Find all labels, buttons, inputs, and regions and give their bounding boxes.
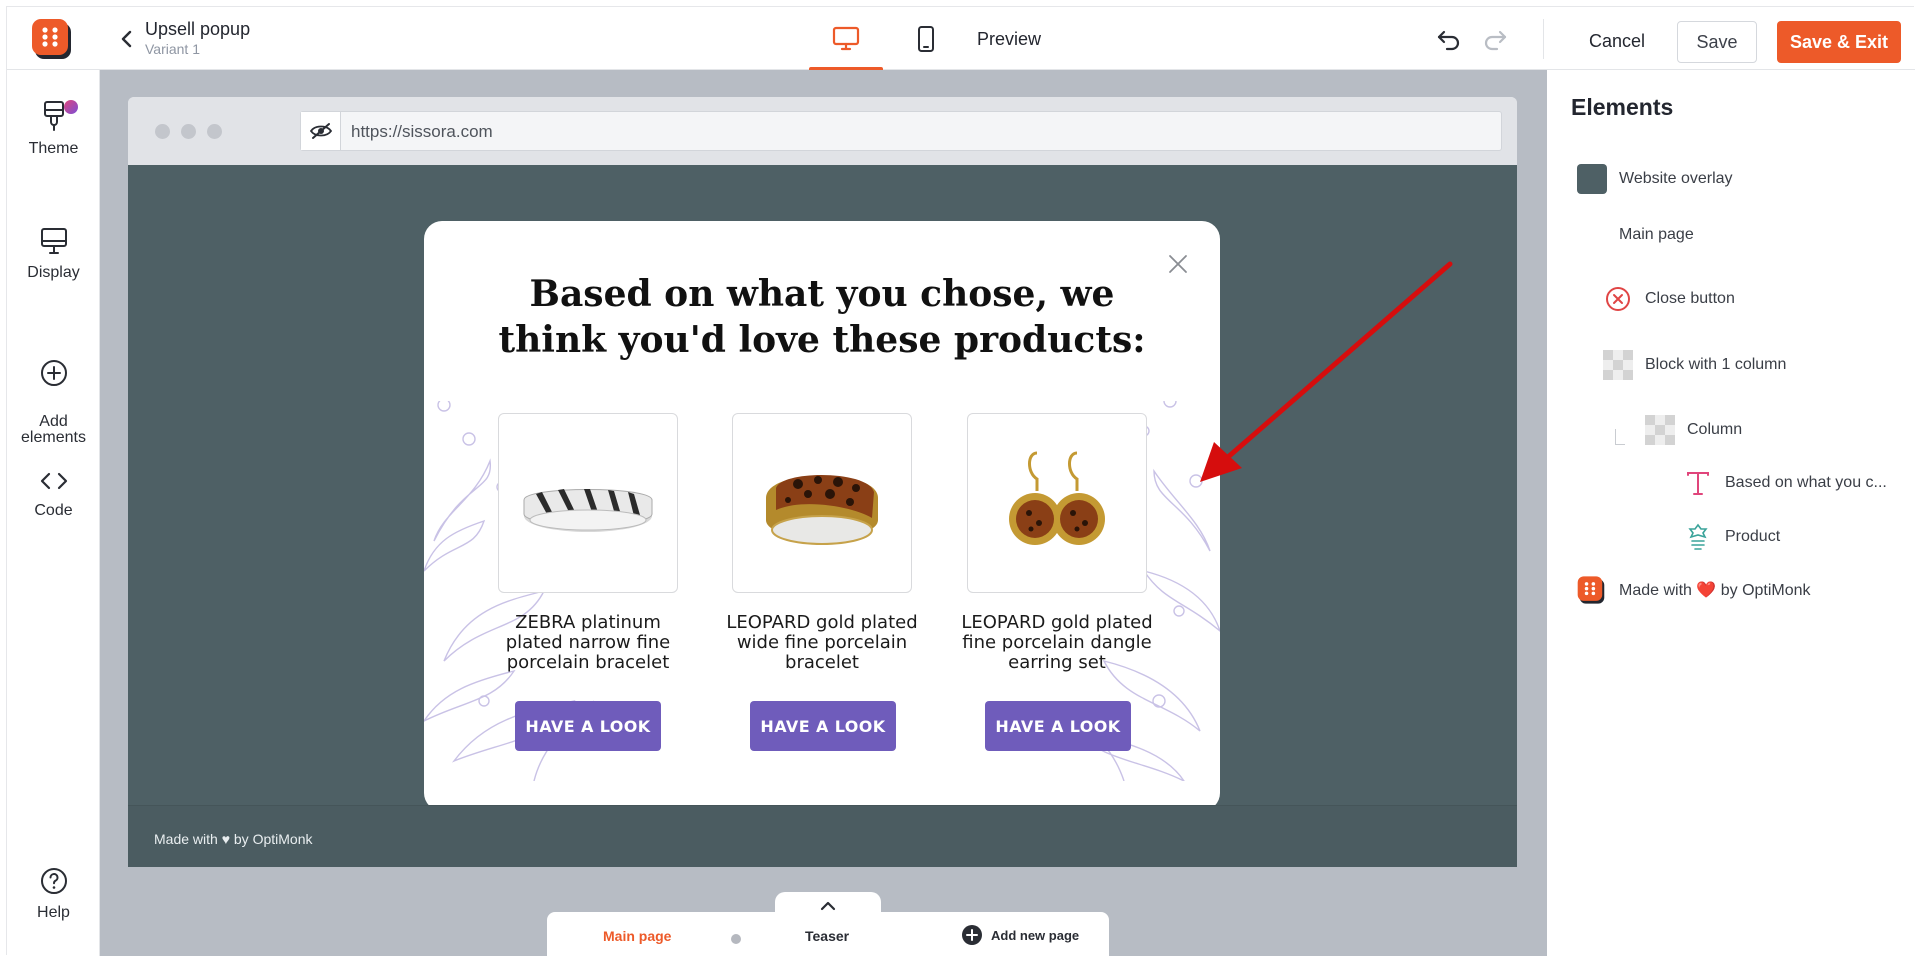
- made-with-optimonk-text[interactable]: Made with ♥ by OptiMonk: [154, 831, 312, 847]
- paintbrush-icon: [43, 101, 64, 131]
- product-card[interactable]: LEOPARD gold plated fine porcelain dangl…: [961, 413, 1153, 673]
- product-image[interactable]: [498, 413, 678, 593]
- code-icon: [40, 472, 67, 490]
- layer-label: Column: [1687, 421, 1743, 438]
- upsell-popup[interactable]: Based on what you chose, we think you'd …: [424, 221, 1220, 811]
- sidebar-item-label: Display: [27, 264, 80, 281]
- mobile-icon: [918, 25, 934, 52]
- undo-icon[interactable]: [1435, 27, 1463, 53]
- top-bar: Upsell popup Variant 1 Preview Cancel Sa…: [7, 7, 1915, 71]
- layer-made-with[interactable]: Made with ❤️ by OptiMonk: [1577, 575, 1811, 605]
- page-tab-teaser[interactable]: Teaser: [805, 928, 849, 944]
- product-name: LEOPARD gold plated wide fine porcelain …: [726, 612, 918, 673]
- variant-label: Variant 1: [145, 41, 200, 57]
- layer-main-page[interactable]: Main page: [1619, 226, 1694, 244]
- app-window: Upsell popup Variant 1 Preview Cancel Sa…: [6, 6, 1915, 956]
- elements-panel: Elements Website overlay Main page Close…: [1547, 70, 1915, 956]
- cancel-button[interactable]: Cancel: [1569, 21, 1665, 61]
- sidebar-item-label: Theme: [28, 140, 79, 157]
- layer-headline-text[interactable]: Based on what you c...: [1683, 468, 1887, 498]
- topbar-divider: [1543, 19, 1544, 59]
- redo-icon[interactable]: [1481, 27, 1509, 53]
- question-icon: [40, 868, 67, 894]
- product-card[interactable]: LEOPARD gold plated wide fine porcelain …: [726, 413, 918, 673]
- layer-product[interactable]: Product: [1683, 522, 1780, 552]
- campaign-title: Upsell popup: [145, 19, 251, 39]
- sidebar-item-theme[interactable]: Theme: [7, 100, 100, 158]
- optimonk-logo-icon: [1577, 575, 1607, 605]
- product-card[interactable]: ZEBRA platinum plated narrow fine porcel…: [498, 413, 678, 673]
- desktop-view-tab[interactable]: [809, 7, 883, 71]
- close-icon[interactable]: [1167, 253, 1189, 275]
- sidebar-item-help[interactable]: Help: [7, 866, 100, 922]
- layer-label: Based on what you c...: [1725, 474, 1887, 491]
- sidebar-item-label: Help: [37, 904, 70, 921]
- mobile-view-tab[interactable]: [889, 7, 963, 70]
- layer-column[interactable]: Column: [1645, 415, 1742, 445]
- layer-label: Close button: [1645, 290, 1735, 307]
- notification-dot: [64, 100, 78, 114]
- layer-label: Block with 1 column: [1645, 356, 1787, 373]
- block-checker-icon: [1603, 350, 1633, 380]
- layer-label: Product: [1725, 528, 1781, 545]
- left-sidebar: Theme Display Add elements Code Help: [7, 70, 100, 956]
- url-text: https://sissora.com: [351, 122, 493, 141]
- plus-circle-icon: [962, 925, 982, 945]
- save-and-exit-button[interactable]: Save & Exit: [1777, 21, 1901, 63]
- plus-circle-icon: [40, 360, 67, 386]
- product-image[interactable]: [967, 413, 1147, 593]
- have-a-look-button[interactable]: HAVE A LOOK: [515, 701, 661, 751]
- layer-block[interactable]: Block with 1 column: [1603, 350, 1786, 380]
- close-circle-icon: [1603, 284, 1633, 314]
- monitor-icon: [40, 228, 67, 254]
- layer-label: Website overlay: [1619, 170, 1733, 187]
- popup-headline[interactable]: Based on what you chose, we think you'd …: [484, 271, 1160, 363]
- product-name: LEOPARD gold plated fine porcelain dangl…: [961, 612, 1153, 673]
- save-button[interactable]: Save: [1677, 21, 1757, 63]
- window-dot: [207, 124, 222, 139]
- leopard-earrings-icon: [1009, 451, 1105, 545]
- window-dot: [155, 124, 170, 139]
- preview-link[interactable]: Preview: [977, 29, 1041, 50]
- have-a-look-button[interactable]: HAVE A LOOK: [750, 701, 896, 751]
- campaign-title-block[interactable]: Upsell popup Variant 1: [145, 18, 250, 58]
- zebra-bracelet-icon: [523, 489, 653, 532]
- site-footer-strip: Made with ♥ by OptiMonk: [128, 805, 1517, 867]
- desktop-icon: [832, 26, 860, 50]
- red-arrow-icon: [1200, 261, 1453, 482]
- column-checker-icon: [1645, 415, 1675, 445]
- page-tab-main[interactable]: Main page: [603, 928, 671, 944]
- page-separator-dot: [731, 934, 741, 944]
- hide-eye-icon[interactable]: [301, 112, 341, 150]
- tree-connector: [1615, 429, 1625, 445]
- product-name: ZEBRA platinum plated narrow fine porcel…: [505, 612, 671, 673]
- add-new-page-button[interactable]: Add new page: [961, 924, 1079, 946]
- layer-label: Main page: [1619, 226, 1694, 243]
- have-a-look-button[interactable]: HAVE A LOOK: [985, 701, 1131, 751]
- pages-bar: Main page Teaser Add new page: [547, 912, 1109, 956]
- sidebar-item-display[interactable]: Display: [7, 226, 100, 282]
- add-new-page-label: Add new page: [991, 927, 1080, 943]
- optimonk-logo-icon[interactable]: [31, 17, 75, 61]
- overlay-swatch-icon: [1577, 164, 1607, 194]
- leopard-bracelet-icon: [766, 474, 878, 545]
- sidebar-item-label: Code: [34, 502, 73, 519]
- sidebar-item-code[interactable]: Code: [7, 468, 100, 520]
- layer-close-button[interactable]: Close button: [1603, 284, 1735, 314]
- sidebar-item-add-elements[interactable]: Add elements: [7, 342, 100, 446]
- browser-toolbar: https://sissora.com: [128, 97, 1517, 165]
- editor-canvas: https://sissora.com Based on what you ch…: [100, 70, 1547, 956]
- window-dot: [181, 124, 196, 139]
- back-chevron-icon[interactable]: [117, 29, 137, 49]
- chevron-up-icon: [820, 901, 836, 911]
- layer-label: Made with ❤️ by OptiMonk: [1619, 582, 1811, 599]
- product-badge-icon: [1683, 522, 1713, 552]
- url-bar[interactable]: https://sissora.com: [300, 111, 1502, 151]
- panel-title: Elements: [1571, 94, 1674, 120]
- text-t-icon: [1683, 468, 1713, 498]
- sidebar-item-label: Add elements: [21, 413, 86, 446]
- layer-website-overlay[interactable]: Website overlay: [1577, 164, 1733, 194]
- product-image[interactable]: [732, 413, 912, 593]
